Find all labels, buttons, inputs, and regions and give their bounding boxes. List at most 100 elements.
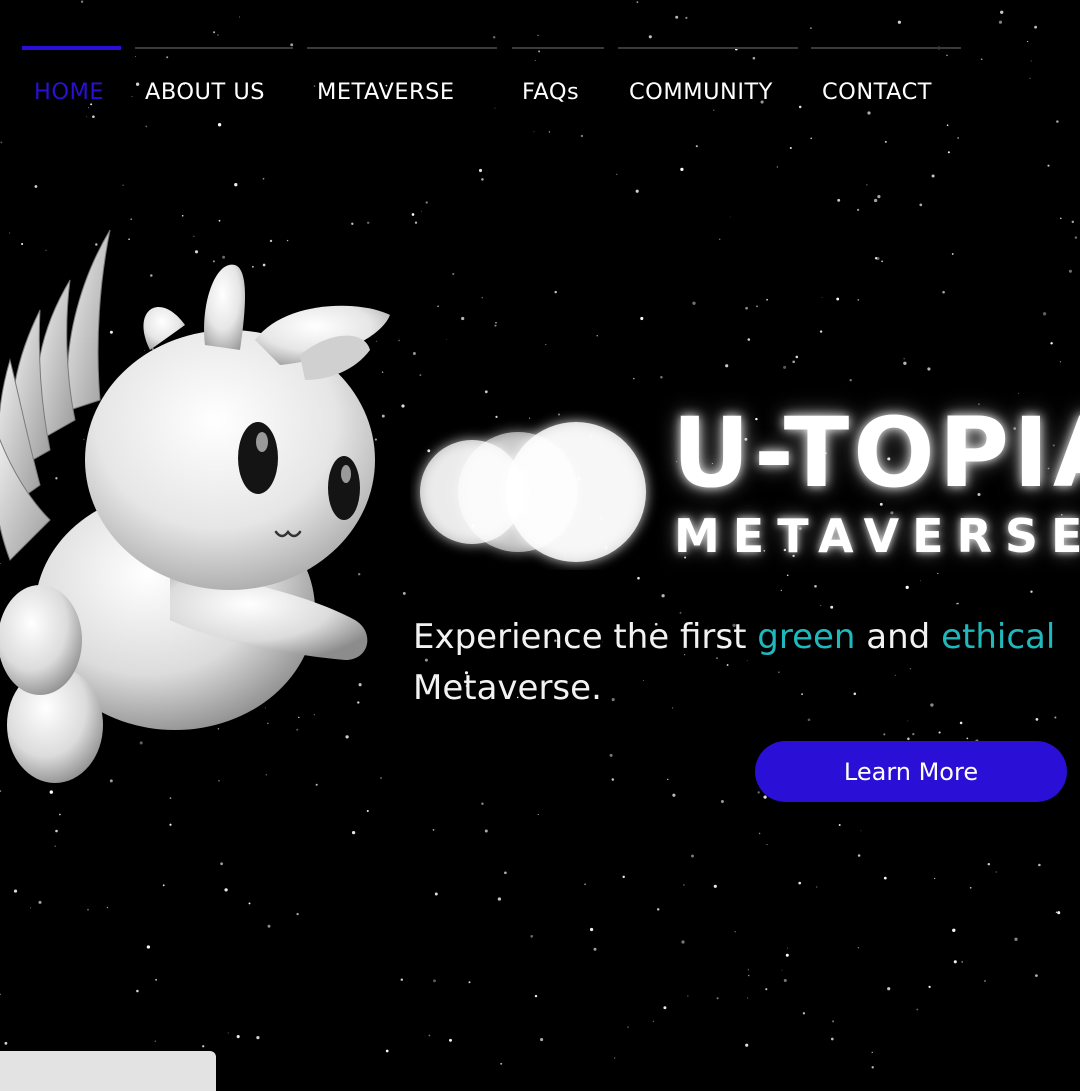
- star: [637, 576, 640, 580]
- star: [461, 316, 465, 321]
- tagline-highlight-green: green: [757, 617, 856, 657]
- star: [632, 377, 635, 380]
- star: [1057, 911, 1061, 915]
- star: [938, 731, 941, 734]
- star: [887, 987, 891, 991]
- star: [747, 338, 751, 341]
- star: [916, 1008, 919, 1011]
- tagline-text-end: Metaverse.: [413, 668, 602, 708]
- nav-label-home: HOME: [34, 80, 105, 105]
- star: [692, 301, 696, 305]
- star: [720, 800, 724, 803]
- star: [959, 721, 963, 725]
- star: [1035, 718, 1039, 721]
- nav-item-metaverse[interactable]: METAVERSE: [307, 47, 497, 107]
- star: [146, 945, 151, 949]
- star: [795, 355, 799, 359]
- star: [729, 216, 731, 218]
- star: [452, 272, 455, 276]
- tagline-highlight-ethical: ethical: [941, 617, 1056, 657]
- star: [857, 854, 861, 857]
- star: [1035, 974, 1038, 977]
- star: [783, 978, 787, 983]
- winged-unicorn-mascot-icon: [0, 229, 390, 783]
- star: [951, 253, 954, 255]
- star: [984, 980, 986, 982]
- star: [449, 1038, 452, 1042]
- star: [927, 367, 931, 371]
- star: [616, 173, 618, 176]
- star: [942, 290, 945, 294]
- star: [695, 145, 698, 148]
- star: [412, 352, 416, 355]
- star: [757, 791, 760, 794]
- star: [537, 813, 539, 816]
- star: [13, 889, 18, 893]
- star: [947, 151, 950, 154]
- star: [661, 594, 665, 598]
- star: [881, 260, 883, 263]
- nav-item-about-us[interactable]: ABOUT US: [135, 47, 293, 107]
- star: [961, 961, 964, 963]
- logo-title: U-TOPIA: [672, 397, 1080, 509]
- nav-label-metaverse: METAVERSE: [317, 80, 455, 105]
- nav-item-faqs[interactable]: FAQs: [512, 47, 604, 107]
- star: [248, 902, 251, 905]
- star: [871, 1051, 873, 1053]
- star: [1074, 236, 1078, 239]
- star: [533, 131, 535, 133]
- star: [920, 580, 921, 582]
- star: [428, 1034, 431, 1037]
- star: [1071, 220, 1075, 224]
- star: [1014, 937, 1018, 941]
- nav-divider: [811, 47, 961, 49]
- star: [590, 927, 594, 932]
- star: [1042, 312, 1047, 316]
- star: [957, 137, 959, 139]
- star: [262, 177, 265, 180]
- star: [59, 813, 61, 816]
- star: [432, 829, 435, 831]
- star: [871, 1066, 874, 1069]
- logo-circle-right: [506, 422, 646, 562]
- star: [584, 883, 587, 886]
- star: [680, 167, 684, 172]
- learn-more-button[interactable]: Learn More: [755, 741, 1067, 802]
- star: [931, 174, 935, 178]
- star: [155, 978, 158, 981]
- star: [154, 1040, 156, 1042]
- tagline-text-start: Experience the first: [413, 617, 758, 657]
- star: [830, 605, 834, 609]
- star: [783, 365, 787, 369]
- star: [596, 335, 598, 337]
- star: [745, 306, 748, 310]
- star: [234, 183, 238, 187]
- star: [883, 876, 887, 880]
- nav-label-community: COMMUNITY: [629, 80, 773, 105]
- star: [905, 585, 909, 590]
- star: [540, 1038, 544, 1042]
- nav-label-contact: CONTACT: [822, 80, 932, 105]
- star: [857, 299, 860, 301]
- nav-active-indicator: [22, 46, 121, 50]
- star: [937, 572, 939, 575]
- star: [635, 189, 639, 193]
- star: [1055, 911, 1058, 913]
- bottom-left-panel[interactable]: [0, 1051, 216, 1091]
- star: [593, 947, 597, 951]
- nav-item-home[interactable]: HOME: [22, 46, 121, 107]
- star: [747, 997, 749, 999]
- mascot-eye: [238, 422, 278, 494]
- star: [681, 940, 685, 944]
- hero-tagline: Experience the first green and ethical M…: [413, 612, 1080, 714]
- star: [857, 947, 859, 949]
- star: [609, 753, 613, 757]
- star: [683, 884, 685, 886]
- star: [877, 195, 881, 199]
- star: [366, 809, 369, 813]
- star: [1054, 716, 1057, 719]
- star: [446, 339, 447, 341]
- nav-item-contact[interactable]: CONTACT: [811, 47, 961, 107]
- nav-item-community[interactable]: COMMUNITY: [618, 47, 798, 107]
- star: [434, 892, 438, 896]
